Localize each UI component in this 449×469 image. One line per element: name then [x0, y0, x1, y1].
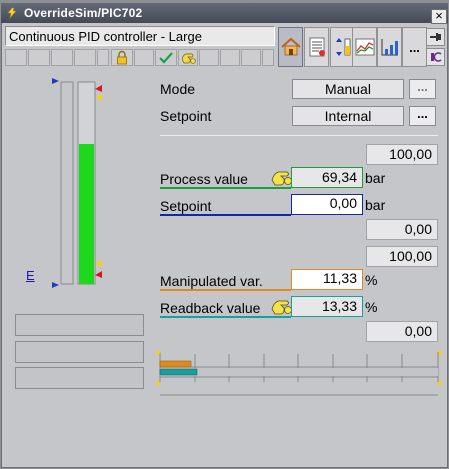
horizontal-bargraph — [156, 351, 443, 396]
range-top-marker — [52, 78, 59, 84]
manipulated-label: Manipulated var. — [160, 273, 263, 289]
toolbar-slot — [51, 49, 73, 66]
return-icon — [430, 52, 442, 62]
trend-icon — [355, 38, 374, 56]
toolbar-slot — [262, 49, 274, 66]
range-bottom-marker — [52, 282, 59, 288]
manipulated-underline — [160, 289, 291, 291]
manipulated-input[interactable]: 11,33 — [291, 269, 363, 290]
trend-view-button[interactable] — [352, 27, 377, 67]
toolbar-slot — [220, 49, 240, 66]
readback-label: Readback value — [160, 300, 261, 316]
pin-button[interactable] — [426, 28, 445, 46]
setpoint-underline — [160, 214, 291, 216]
standard-view-button[interactable] — [278, 27, 303, 67]
pv-range-low: 0,00 — [366, 219, 438, 240]
limits-icon — [335, 38, 350, 56]
readback-bar — [159, 368, 198, 376]
divider — [160, 135, 438, 136]
lock-slot[interactable] — [111, 49, 133, 66]
empty-field — [15, 314, 144, 336]
hand-icon — [181, 53, 196, 64]
empty-field — [15, 367, 144, 389]
toolbar-slot — [241, 49, 261, 66]
mode-button[interactable]: Manual — [292, 79, 404, 99]
more-views-button[interactable]: ... — [402, 27, 427, 67]
setpoint-source-label: Setpoint — [160, 108, 212, 124]
pin-icon — [429, 33, 441, 41]
toolbar-slot — [74, 49, 96, 66]
high-warning-marker — [95, 94, 102, 101]
engineering-link[interactable]: E — [26, 268, 35, 283]
process-value-bar — [79, 144, 94, 284]
app-icon — [7, 7, 17, 19]
low-warning-marker — [95, 260, 102, 267]
mode-label: Mode — [160, 81, 196, 97]
mode-more-button[interactable]: ... — [409, 79, 436, 99]
toolbar-slot — [134, 49, 154, 66]
low-alarm-marker — [95, 271, 102, 278]
manipulated-unit: % — [365, 272, 378, 288]
mv-range-high: 100,00 — [366, 246, 438, 267]
toolbar-slot — [199, 49, 219, 66]
home-icon — [280, 37, 301, 56]
toolbar-slot — [5, 49, 27, 66]
setpoint-label: Setpoint — [160, 198, 212, 214]
ok-slot[interactable] — [155, 49, 177, 66]
window-title: OverrideSim/PIC702 — [24, 6, 143, 20]
faceplate-name: Continuous PID controller - Large — [5, 26, 275, 46]
setpoint-input[interactable]: 0,00 — [291, 194, 363, 215]
simulation-slot[interactable] — [178, 49, 198, 66]
mv-range-low: 0,00 — [366, 321, 438, 342]
document-icon — [309, 37, 325, 57]
process-value-unit: bar — [365, 170, 386, 186]
checkmark-icon — [159, 52, 173, 64]
empty-field — [15, 341, 144, 363]
process-value-label: Process value — [160, 171, 248, 187]
back-button[interactable] — [426, 48, 445, 66]
chart-icon — [381, 39, 398, 56]
lock-icon — [117, 50, 127, 65]
setpoint-source-more-button[interactable]: ... — [409, 106, 436, 126]
readback-unit: % — [365, 299, 378, 315]
setpoint-source-button[interactable]: Internal — [292, 106, 404, 126]
manipulated-bar — [159, 360, 192, 368]
toolbar-slot — [28, 49, 50, 66]
close-button[interactable]: × — [431, 9, 447, 24]
pv-range-high: 100,00 — [366, 144, 438, 165]
process-value-display: 69,34 — [291, 167, 363, 188]
title-bar[interactable]: OverrideSim/PIC702 × — [1, 3, 448, 24]
message-view-button[interactable] — [304, 27, 329, 67]
toolbar-slot — [97, 49, 109, 66]
high-alarm-marker — [95, 85, 102, 92]
setpoint-unit: bar — [365, 197, 386, 213]
readback-display: 13,33 — [291, 296, 363, 317]
parameter-view-button[interactable] — [377, 27, 402, 67]
vertical-bargraph — [52, 78, 102, 288]
